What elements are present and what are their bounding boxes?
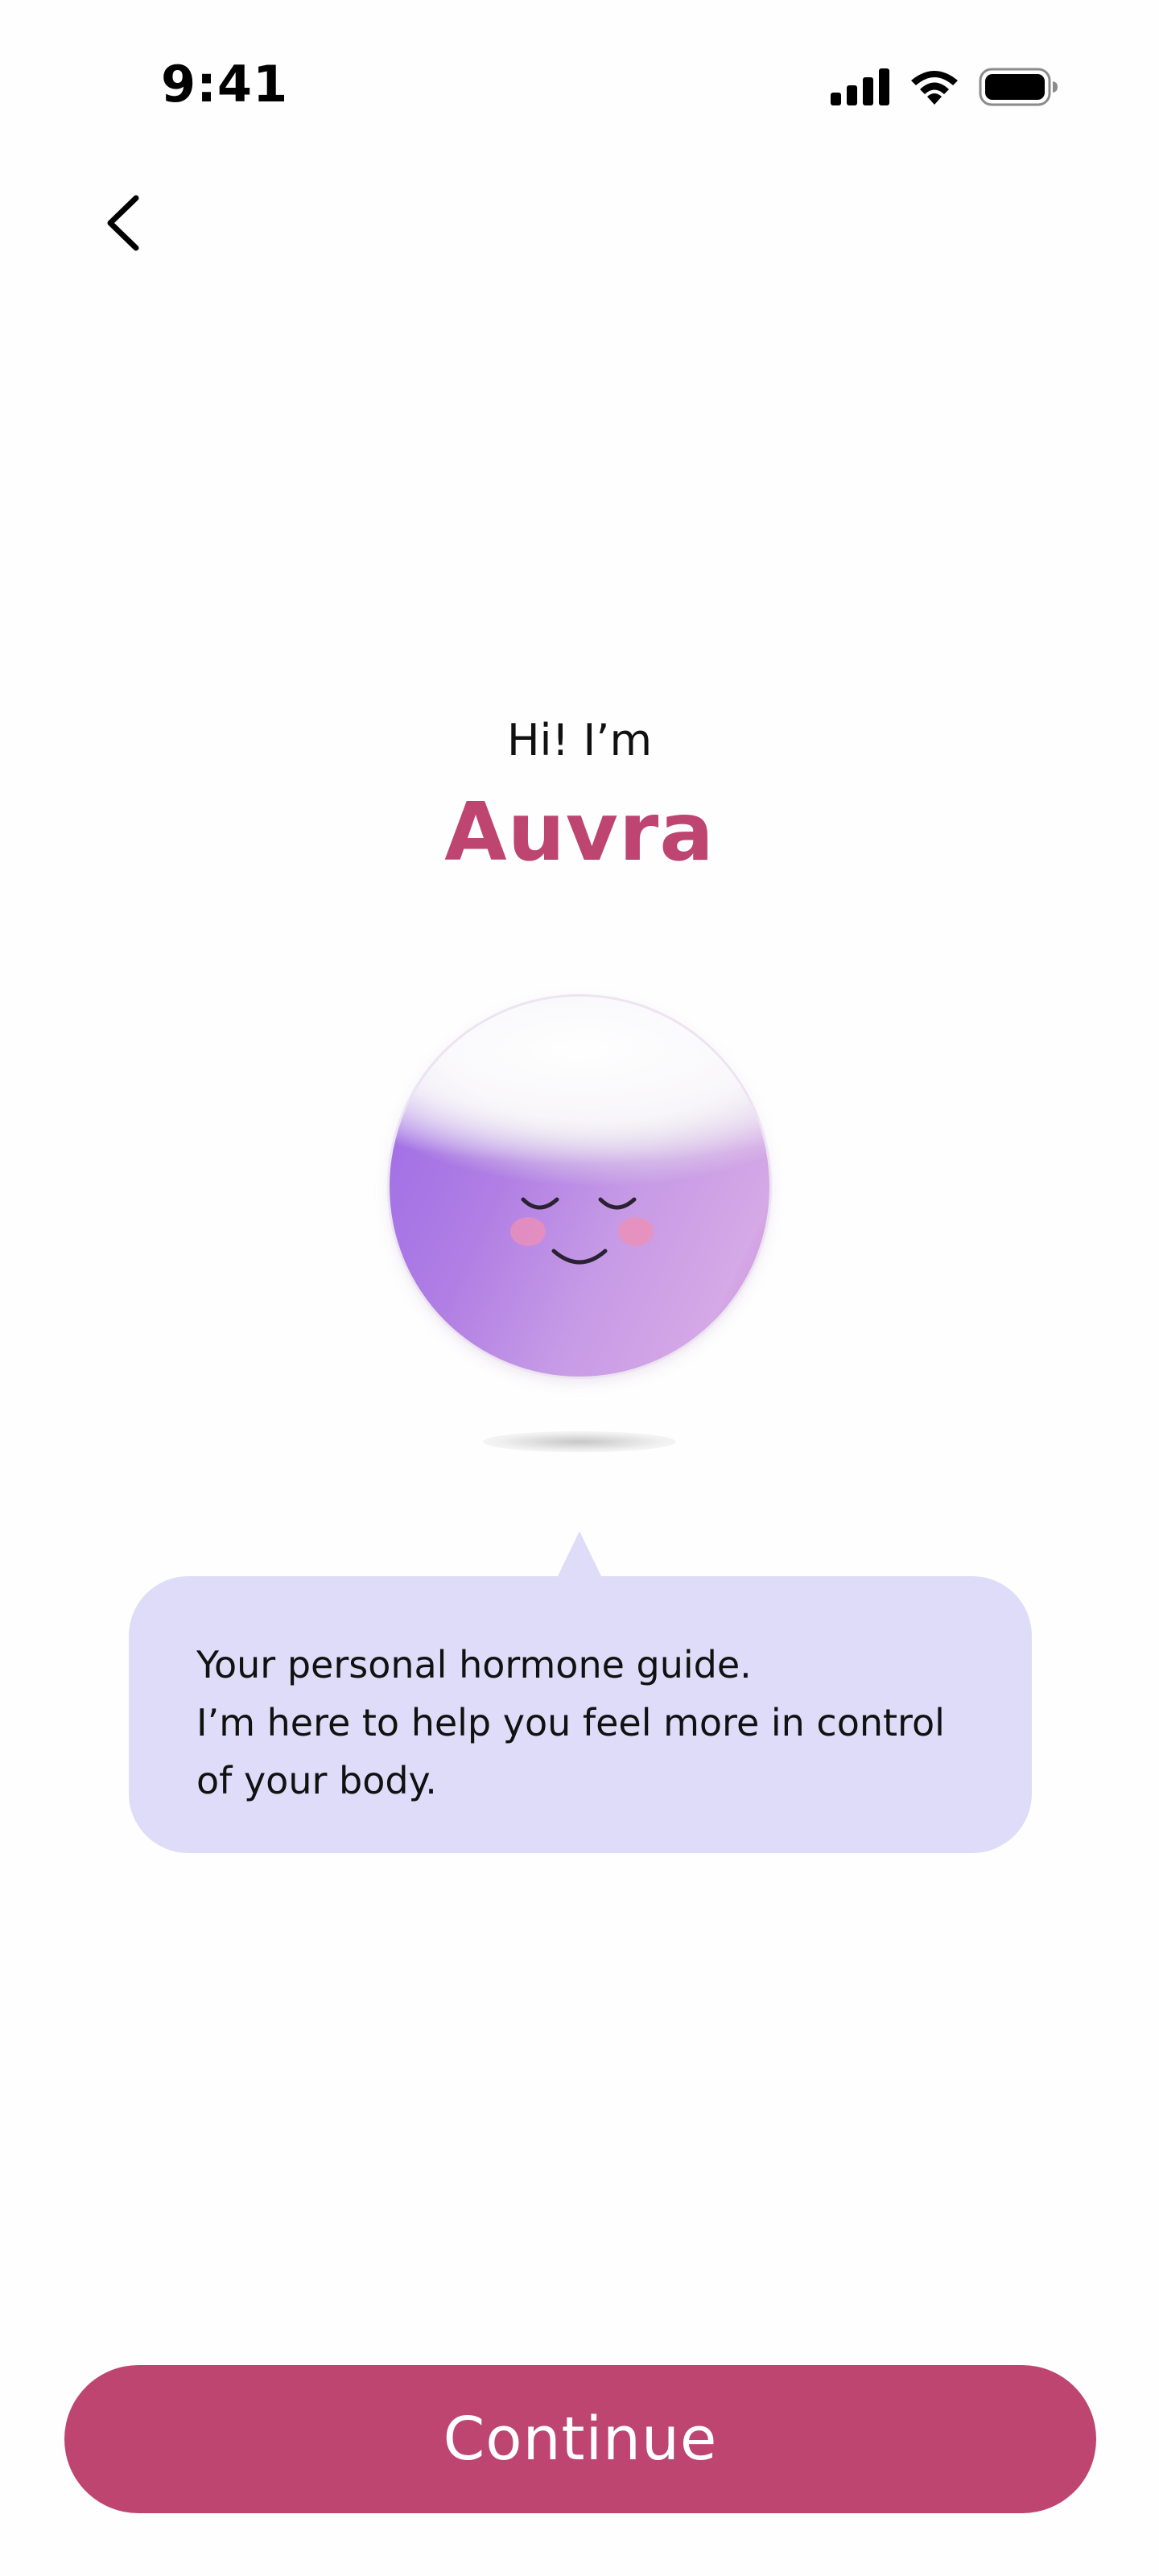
status-bar: 9:41 bbox=[0, 0, 1159, 177]
chevron-left-icon bbox=[102, 193, 142, 256]
greeting-text: Hi! I’m bbox=[506, 715, 653, 766]
speech-line: of your body. bbox=[196, 1759, 437, 1802]
continue-label: Continue bbox=[443, 2405, 718, 2474]
onboarding-screen: 9:41 Hi! I’m Auvra Your personal hormone… bbox=[0, 0, 1159, 2576]
smiling-face-icon bbox=[510, 1197, 654, 1265]
wifi-icon bbox=[908, 68, 961, 109]
status-icons bbox=[831, 68, 1059, 109]
avatar-shadow bbox=[483, 1431, 676, 1452]
speech-line: Your personal hormone guide. bbox=[196, 1643, 752, 1686]
cellular-signal-icon bbox=[831, 68, 890, 109]
speech-bubble: Your personal hormone guide. I’m here to… bbox=[129, 1576, 1032, 1853]
speech-line: I’m here to help you feel more in contro… bbox=[196, 1701, 945, 1744]
avatar-orb bbox=[390, 997, 769, 1377]
back-button[interactable] bbox=[90, 188, 155, 261]
battery-icon bbox=[979, 68, 1059, 109]
assistant-name: Auvra bbox=[444, 785, 715, 879]
speech-bubble-tail bbox=[557, 1531, 602, 1578]
continue-button[interactable]: Continue bbox=[64, 2365, 1096, 2513]
status-time: 9:41 bbox=[161, 55, 289, 114]
